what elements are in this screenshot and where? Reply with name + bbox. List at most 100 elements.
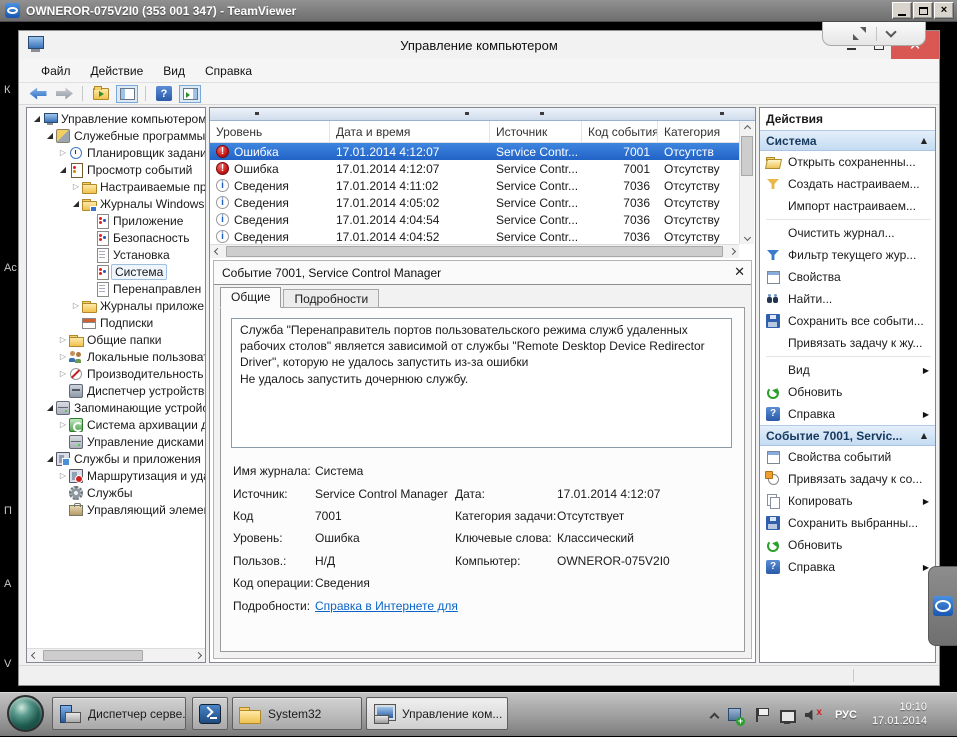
action-item[interactable]: Очистить журнал... [760, 222, 935, 244]
column-header-1[interactable]: Уровень [210, 121, 330, 142]
action-item[interactable]: Обновить [760, 381, 935, 403]
clock[interactable]: 10:10 17.01.2014 [872, 701, 927, 729]
scrollbar-thumb[interactable] [741, 136, 753, 176]
online-help-link[interactable]: Справка в Интернете для [315, 599, 458, 613]
event-row[interactable]: Сведения17.01.2014 4:04:54Service Contr.… [210, 211, 739, 228]
tree-item[interactable]: ▷Система архивации да [27, 416, 205, 433]
tv-close-button[interactable]: × [934, 2, 954, 19]
event-row[interactable]: Ошибка17.01.2014 4:12:07Service Contr...… [210, 160, 739, 177]
action-item[interactable]: Сохранить все событи... [760, 310, 935, 332]
menu-2[interactable]: Действие [81, 61, 154, 81]
collapse-up-icon[interactable]: ▲ [921, 136, 927, 145]
expand-collapsed-icon[interactable]: ▷ [57, 352, 69, 361]
tree-item[interactable]: ▷Планировщик заданий [27, 144, 205, 161]
tree-item[interactable]: Службы [27, 484, 205, 501]
tree-item[interactable]: Установка [27, 246, 205, 263]
scrollbar-thumb[interactable] [226, 246, 723, 257]
tree-item[interactable]: Подписки [27, 314, 205, 331]
action-item[interactable]: Копировать▶ [760, 490, 935, 512]
fullscreen-expand-icon[interactable] [853, 27, 866, 40]
event-row[interactable]: Сведения17.01.2014 4:04:52Service Contr.… [210, 228, 739, 244]
teamviewer-side-tab[interactable] [928, 566, 957, 646]
export-list-button[interactable] [90, 85, 112, 103]
expand-expanded-icon[interactable]: ◢ [31, 114, 43, 123]
tree-item[interactable]: Управление дисками [27, 433, 205, 450]
tree-item[interactable]: ▷Журналы приложе [27, 297, 205, 314]
action-item[interactable]: Обновить [760, 534, 935, 556]
expand-collapsed-icon[interactable]: ▷ [57, 471, 69, 480]
menu-4[interactable]: Справка [195, 61, 262, 81]
event-description-box[interactable]: Служба "Перенаправитель портов пользоват… [231, 318, 732, 448]
actions-section-header[interactable]: Система▲ [760, 130, 935, 151]
tree-item[interactable]: ◢Служебные программы [27, 127, 205, 144]
backup-status-tray-icon[interactable] [727, 707, 744, 724]
action-item[interactable]: Привязать задачу к жу... [760, 332, 935, 354]
event-row[interactable]: Сведения17.01.2014 4:05:02Service Contr.… [210, 194, 739, 211]
tree-horizontal-scrollbar[interactable] [27, 648, 205, 662]
expand-collapsed-icon[interactable]: ▷ [70, 182, 82, 191]
tv-minimize-button[interactable] [892, 2, 912, 19]
action-item[interactable]: Вид▶ [760, 359, 935, 381]
action-item[interactable]: Создать настраиваем... [760, 173, 935, 195]
tree-item[interactable]: ▷Маршрутизация и уда. [27, 467, 205, 484]
action-item[interactable]: Импорт настраиваем... [760, 195, 935, 217]
action-center-flag-icon[interactable] [753, 707, 770, 724]
tv-maximize-button[interactable] [913, 2, 933, 19]
tab-подробности[interactable]: Подробности [283, 289, 379, 308]
action-item[interactable]: Фильтр текущего жур... [760, 244, 935, 266]
tree-item[interactable]: ▷Настраиваемые пр [27, 178, 205, 195]
taskbar-button-computer-management[interactable]: Управление ком... [366, 697, 508, 730]
expand-collapsed-icon[interactable]: ▷ [57, 369, 69, 378]
tree-item[interactable]: ◢Управление компьютером (л [27, 110, 205, 127]
taskbar-button-server-manager[interactable]: Диспетчер серве... [52, 697, 186, 730]
event-vertical-scrollbar[interactable] [739, 121, 754, 244]
expand-expanded-icon[interactable]: ◢ [70, 199, 82, 208]
scroll-left-button[interactable] [27, 649, 41, 662]
expand-collapsed-icon[interactable]: ▷ [57, 420, 69, 429]
tree-item[interactable]: Система [27, 263, 205, 280]
scrollbar-thumb[interactable] [43, 650, 143, 661]
tab-общие[interactable]: Общие [220, 287, 281, 308]
tree-item[interactable]: ▷Локальные пользовате [27, 348, 205, 365]
scroll-up-button[interactable] [740, 121, 754, 135]
language-indicator[interactable]: РУС [835, 709, 857, 721]
window-titlebar[interactable]: Управление компьютером ✕ [19, 31, 939, 59]
scroll-right-button[interactable] [725, 245, 739, 258]
tree-item[interactable]: ◢Журналы Windows [27, 195, 205, 212]
start-button[interactable] [7, 695, 44, 732]
forward-button[interactable] [53, 85, 75, 103]
back-button[interactable] [27, 85, 49, 103]
expand-expanded-icon[interactable]: ◢ [57, 165, 69, 174]
expand-expanded-icon[interactable]: ◢ [44, 131, 56, 140]
chevron-down-icon[interactable] [885, 26, 896, 37]
hidden-icons-button[interactable] [710, 712, 720, 722]
expand-collapsed-icon[interactable]: ▷ [57, 148, 69, 157]
action-item[interactable]: Свойства событий [760, 446, 935, 468]
tree-item[interactable]: ◢Службы и приложения [27, 450, 205, 467]
tree-item[interactable]: Приложение [27, 212, 205, 229]
tree-item[interactable]: ◢Просмотр событий [27, 161, 205, 178]
teamviewer-toolbar-tab[interactable] [822, 22, 926, 46]
action-pane-toggle-button[interactable] [179, 85, 201, 103]
event-row[interactable]: Ошибка17.01.2014 4:12:07Service Contr...… [210, 143, 739, 160]
tree-item[interactable]: Управляющий элемен [27, 501, 205, 518]
action-item[interactable]: Найти... [760, 288, 935, 310]
volume-muted-icon[interactable] [805, 707, 822, 724]
tree-item[interactable]: ◢Запоминающие устройст [27, 399, 205, 416]
event-row[interactable]: Сведения17.01.2014 4:11:02Service Contr.… [210, 177, 739, 194]
tree-item[interactable]: ▷Общие папки [27, 331, 205, 348]
action-item[interactable]: Справка▶ [760, 556, 935, 578]
column-header-5[interactable]: Категория [658, 121, 741, 142]
action-item[interactable]: Привязать задачу к со... [760, 468, 935, 490]
details-close-icon[interactable]: ✕ [734, 264, 745, 280]
column-header-4[interactable]: Код события [582, 121, 658, 142]
column-header-3[interactable]: Источник [490, 121, 582, 142]
tree-item[interactable]: Диспетчер устройств [27, 382, 205, 399]
taskbar-button-folder[interactable]: System32 [232, 697, 362, 730]
action-item[interactable]: Свойства [760, 266, 935, 288]
action-item[interactable]: Открыть сохраненны... [760, 151, 935, 173]
console-tree-toggle-button[interactable] [116, 85, 138, 103]
tree-item[interactable]: Перенаправлен [27, 280, 205, 297]
help-button[interactable]: ? [153, 85, 175, 103]
network-icon[interactable] [779, 707, 796, 724]
